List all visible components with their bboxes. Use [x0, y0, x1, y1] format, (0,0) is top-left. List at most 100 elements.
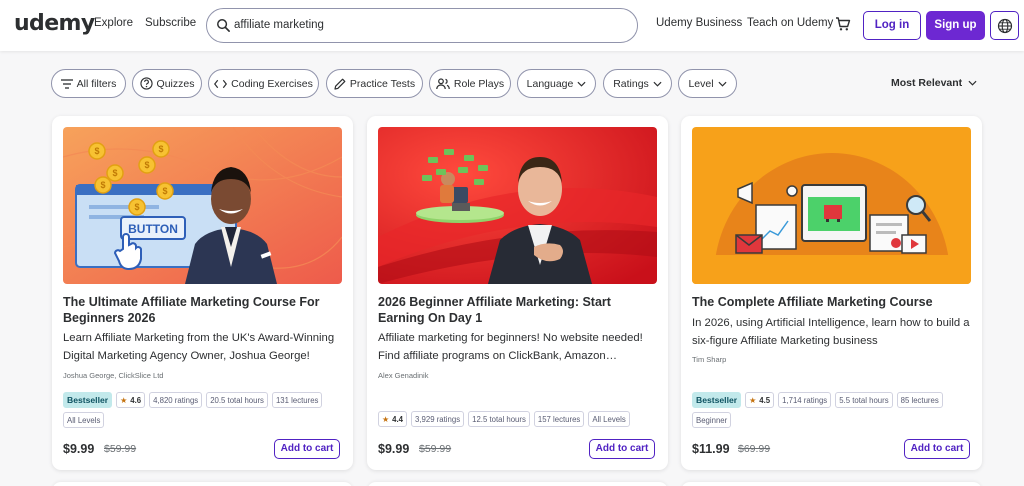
star-icon: ★ [749, 395, 757, 405]
ratings-count: 4,820 ratings [149, 392, 203, 408]
svg-text:$: $ [144, 160, 149, 170]
course-instructor: Joshua George, ClickSlice Ltd [63, 371, 164, 380]
role-plays-label: Role Plays [453, 77, 505, 90]
course-title[interactable]: 2026 Beginner Affiliate Marketing: Start… [378, 294, 658, 326]
next-row-card [367, 482, 668, 486]
chevron-down-icon [718, 81, 727, 87]
pencil-icon [334, 78, 346, 90]
all-filters-label: All filters [76, 77, 117, 90]
quizzes-label: Quizzes [156, 77, 195, 90]
add-to-cart-button[interactable]: Add to cart [589, 439, 655, 459]
explore-link[interactable]: Explore [94, 17, 133, 29]
svg-text:$: $ [112, 168, 117, 178]
rating-badge: ★ 4.6 [116, 392, 146, 408]
course-meta: Bestseller ★ 4.5 1,714 ratings 5.5 total … [692, 392, 977, 428]
code-icon [214, 79, 228, 88]
course-thumbnail[interactable] [378, 127, 657, 284]
lectures-count: 157 lectures [533, 411, 585, 427]
total-hours: 5.5 total hours [835, 392, 893, 408]
rating-badge: ★ 4.5 [745, 392, 775, 408]
ratings-count: 1,714 ratings [778, 392, 832, 408]
course-card[interactable]: BUTTON $ $ $ $ $ $ $ The Ultimate Affiliate Ma… [52, 116, 353, 470]
globe-icon [997, 18, 1013, 34]
course-price: $9.99 [378, 442, 410, 456]
course-level: All Levels [588, 411, 630, 427]
svg-text:$: $ [100, 180, 105, 190]
course-instructor: Tim Sharp [692, 355, 727, 364]
role-plays-filter[interactable]: Role Plays [429, 69, 511, 98]
sort-dropdown[interactable]: Most Relevant [891, 77, 977, 89]
add-to-cart-button[interactable]: Add to cart [274, 439, 340, 459]
course-original-price: $59.99 [419, 443, 452, 455]
course-title[interactable]: The Ultimate Affiliate Marketing Course … [63, 294, 343, 326]
star-icon: ★ [120, 395, 128, 405]
rating-value: 4.4 [392, 414, 404, 424]
course-price: $9.99 [63, 442, 95, 456]
udemy-logo[interactable]: udemy [14, 11, 95, 36]
course-meta: Bestseller ★ 4.6 4,820 ratings 20.5 total… [63, 392, 348, 428]
course-thumbnail[interactable]: BUTTON $ $ $ $ $ $ $ [63, 127, 342, 284]
rating-value: 4.6 [130, 395, 142, 405]
total-hours: 20.5 total hours [206, 392, 268, 408]
svg-text:$: $ [134, 202, 139, 212]
language-filter[interactable]: Language [517, 69, 596, 98]
coding-exercises-label: Coding Exercises [231, 77, 313, 90]
next-row-card [52, 482, 353, 486]
bestseller-badge: Bestseller [63, 392, 113, 408]
practice-tests-label: Practice Tests [349, 77, 416, 90]
udemy-business-link[interactable]: Udemy Business [656, 17, 742, 29]
svg-text:$: $ [162, 186, 167, 196]
total-hours: 12.5 total hours [468, 411, 530, 427]
course-description: In 2026, using Artificial Intelligence, … [692, 317, 970, 347]
bestseller-badge: Bestseller [692, 392, 742, 408]
top-header: udemy Explore Subscribe affiliate market… [0, 0, 1024, 51]
course-level: All Levels [63, 412, 105, 428]
teach-link[interactable]: Teach on Udemy [747, 17, 833, 29]
search-icon[interactable] [216, 18, 231, 33]
search-input[interactable]: affiliate marketing [234, 19, 324, 31]
course-price: $11.99 [692, 442, 730, 456]
course-card[interactable]: The Complete Affiliate Marketing Course … [681, 116, 982, 470]
thumb-button-text: BUTTON [128, 222, 178, 236]
question-circle-icon [139, 77, 153, 90]
level-filter[interactable]: Level [678, 69, 737, 98]
search-bar[interactable]: affiliate marketing [206, 8, 638, 43]
subscribe-link[interactable]: Subscribe [145, 17, 196, 29]
filter-icon [60, 78, 73, 89]
people-icon [436, 77, 450, 89]
language-label: Language [526, 77, 574, 90]
language-button[interactable] [990, 11, 1019, 40]
lectures-count: 131 lectures [271, 392, 323, 408]
rating-value: 4.5 [759, 395, 771, 405]
course-original-price: $69.99 [738, 443, 771, 455]
ratings-filter[interactable]: Ratings [603, 69, 672, 98]
cart-icon[interactable] [835, 16, 851, 32]
practice-tests-filter[interactable]: Practice Tests [326, 69, 423, 98]
course-instructor: Alex Genadinik [378, 371, 429, 380]
svg-text:$: $ [158, 144, 163, 154]
chevron-down-icon [653, 81, 662, 87]
course-thumbnail[interactable] [692, 127, 971, 284]
next-row-card [681, 482, 982, 486]
lectures-count: 85 lectures [896, 392, 943, 408]
ratings-label: Ratings [613, 77, 649, 90]
course-original-price: $59.99 [104, 443, 137, 455]
star-icon: ★ [382, 414, 390, 424]
course-meta: ★ 4.4 3,929 ratings 12.5 total hours 157 … [378, 411, 663, 427]
level-label: Level [688, 77, 714, 90]
signup-button[interactable]: Sign up [926, 11, 985, 40]
coding-exercises-filter[interactable]: Coding Exercises [208, 69, 319, 98]
ratings-count: 3,929 ratings [411, 411, 465, 427]
sort-label: Most Relevant [891, 77, 963, 89]
course-description: Learn Affiliate Marketing from the UK's … [63, 332, 335, 362]
course-level: Beginner [692, 412, 732, 428]
course-card[interactable]: 2026 Beginner Affiliate Marketing: Start… [367, 116, 668, 470]
chevron-down-icon [968, 80, 977, 86]
course-title[interactable]: The Complete Affiliate Marketing Course [692, 294, 972, 310]
chevron-down-icon [577, 81, 586, 87]
quizzes-filter[interactable]: Quizzes [132, 69, 202, 98]
login-button[interactable]: Log in [863, 11, 921, 40]
rating-badge: ★ 4.4 [378, 411, 408, 427]
add-to-cart-button[interactable]: Add to cart [904, 439, 970, 459]
all-filters-button[interactable]: All filters [51, 69, 126, 98]
